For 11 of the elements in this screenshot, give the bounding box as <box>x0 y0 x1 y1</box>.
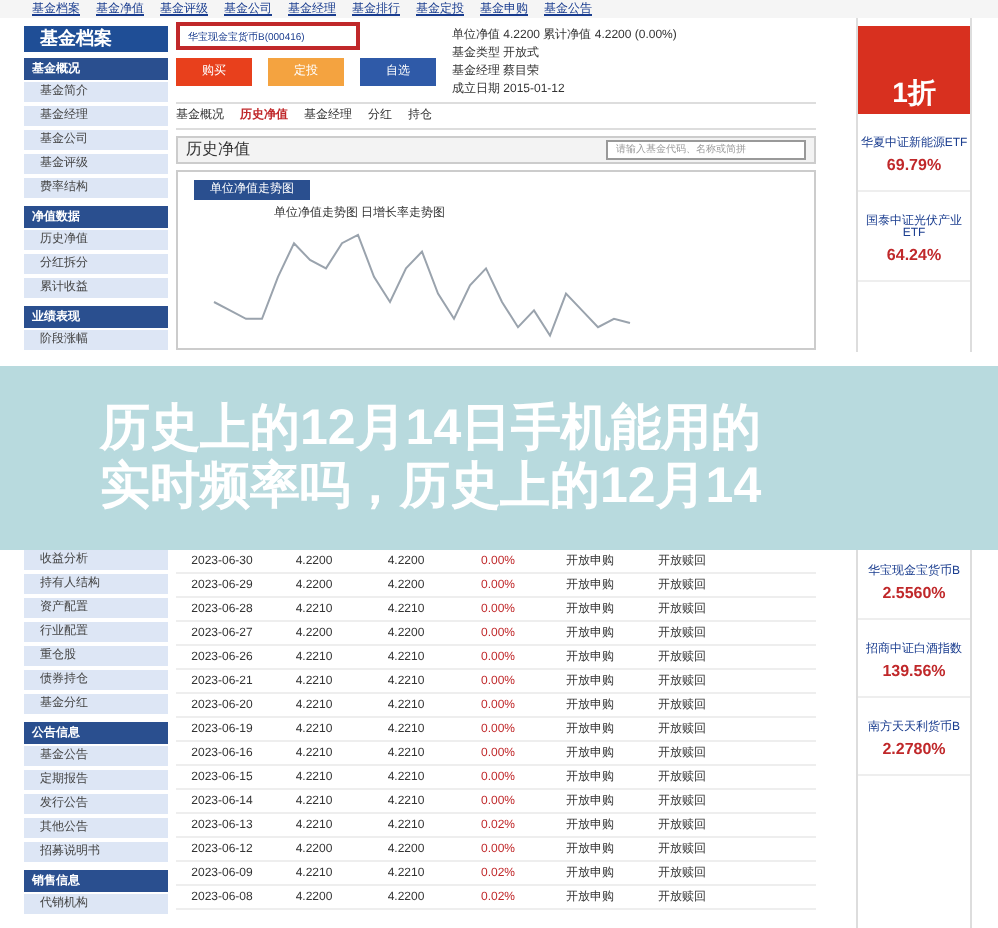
overlay-title: 历史上的12月14日手机能用的 <box>100 404 762 454</box>
overlay-title: 实时频率吗，历史上的12月14 <box>100 462 762 512</box>
ad-banner[interactable]: 1折 <box>858 26 970 114</box>
fund-return: 2.5560% <box>882 586 946 602</box>
fund-return: 64.24% <box>886 248 942 264</box>
section-title: 历史净值 <box>186 142 250 158</box>
ad-label: 1折 <box>892 78 936 106</box>
fund-return: 2.2780% <box>882 742 946 758</box>
logo[interactable]: 基金档案 <box>24 26 168 52</box>
fund-return: 69.79% <box>886 158 942 174</box>
fund-return: 139.56% <box>882 664 946 680</box>
